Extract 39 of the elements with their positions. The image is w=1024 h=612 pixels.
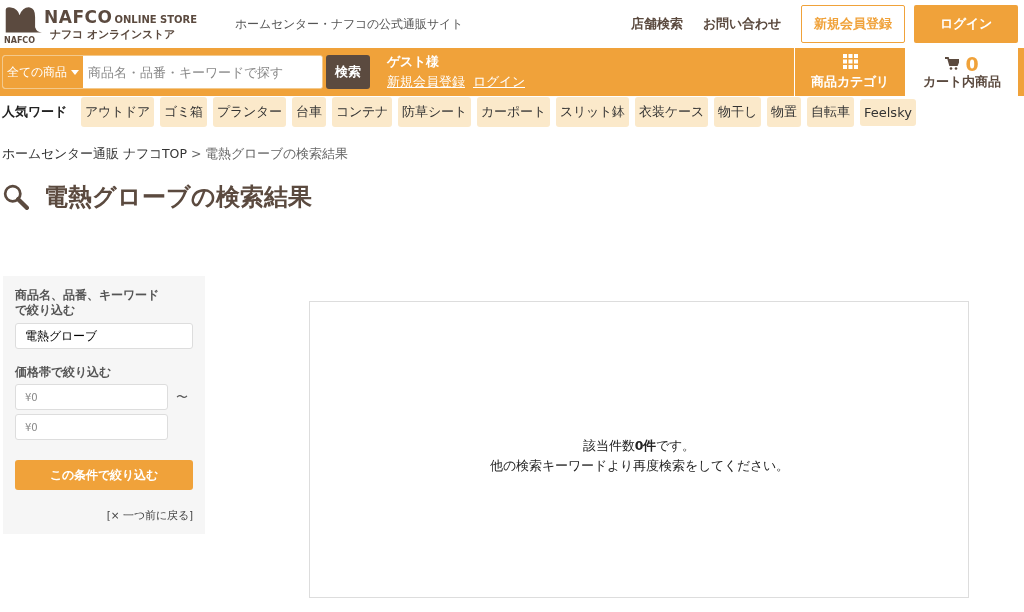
- page-title: 電熱グローブの検索結果: [44, 182, 312, 213]
- keyword-tag[interactable]: カーポート: [477, 97, 550, 127]
- back-link[interactable]: [× 一つ前に戻る]: [106, 509, 193, 523]
- keyword-tag[interactable]: ゴミ箱: [160, 97, 207, 127]
- breadcrumb-separator: >: [191, 146, 202, 163]
- result-hint: 他の検索キーワードより再度検索をしてください。: [489, 456, 789, 475]
- keyword-tag[interactable]: Feelsky: [860, 98, 916, 126]
- filter-label: 商品名、品番、キーワード: [15, 288, 160, 303]
- keyword-tag[interactable]: 衣装ケース: [635, 97, 708, 127]
- keyword-tag[interactable]: 自転車: [807, 97, 854, 127]
- keyword-tag[interactable]: プランター: [213, 97, 286, 127]
- guest-name: ゲスト様: [387, 53, 440, 71]
- keyword-input[interactable]: 電熱グローブ: [15, 323, 193, 349]
- range-sign: 〜: [176, 388, 188, 406]
- header-link[interactable]: お問い合わせ: [703, 15, 781, 33]
- keyword-tag[interactable]: 防草シート: [398, 97, 471, 127]
- keyword-tag[interactable]: 台車: [292, 97, 326, 127]
- header-link[interactable]: 店舗検索: [631, 15, 683, 33]
- tagline: ホームセンター・ナフコの公式通販サイト: [235, 16, 463, 32]
- search-icon: [3, 184, 29, 210]
- price-min-input[interactable]: ¥0: [15, 384, 168, 410]
- price-max-input[interactable]: ¥0: [15, 414, 168, 440]
- cart-button[interactable]: 0 カート内商品: [906, 48, 1018, 96]
- grid-icon: [842, 53, 858, 69]
- store-logo[interactable]: NAFCO NAFCO ONLINE STORE ナフコ オンラインストア: [4, 2, 209, 46]
- cart-count: 0: [965, 53, 979, 74]
- keyword-tag[interactable]: スリット鉢: [556, 97, 629, 127]
- breadcrumb-current: 電熱グローブの検索結果: [205, 146, 349, 163]
- keyword-tag[interactable]: 物干し: [714, 97, 761, 127]
- filter-label: で絞り込む: [15, 303, 76, 318]
- search-button[interactable]: 検索: [326, 55, 370, 89]
- cart-icon: [945, 57, 960, 70]
- keyword-tag[interactable]: コンテナ: [332, 97, 392, 127]
- keyword-tag[interactable]: 物置: [767, 97, 801, 127]
- breadcrumb-link[interactable]: ホームセンター通販 ナフコTOP: [2, 146, 187, 163]
- popular-label: 人気ワード: [2, 103, 67, 121]
- filter-label: 価格帯で絞り込む: [15, 365, 112, 380]
- keyword-tag[interactable]: アウトドア: [81, 97, 154, 127]
- result-count: 該当件数0件です。: [582, 436, 696, 455]
